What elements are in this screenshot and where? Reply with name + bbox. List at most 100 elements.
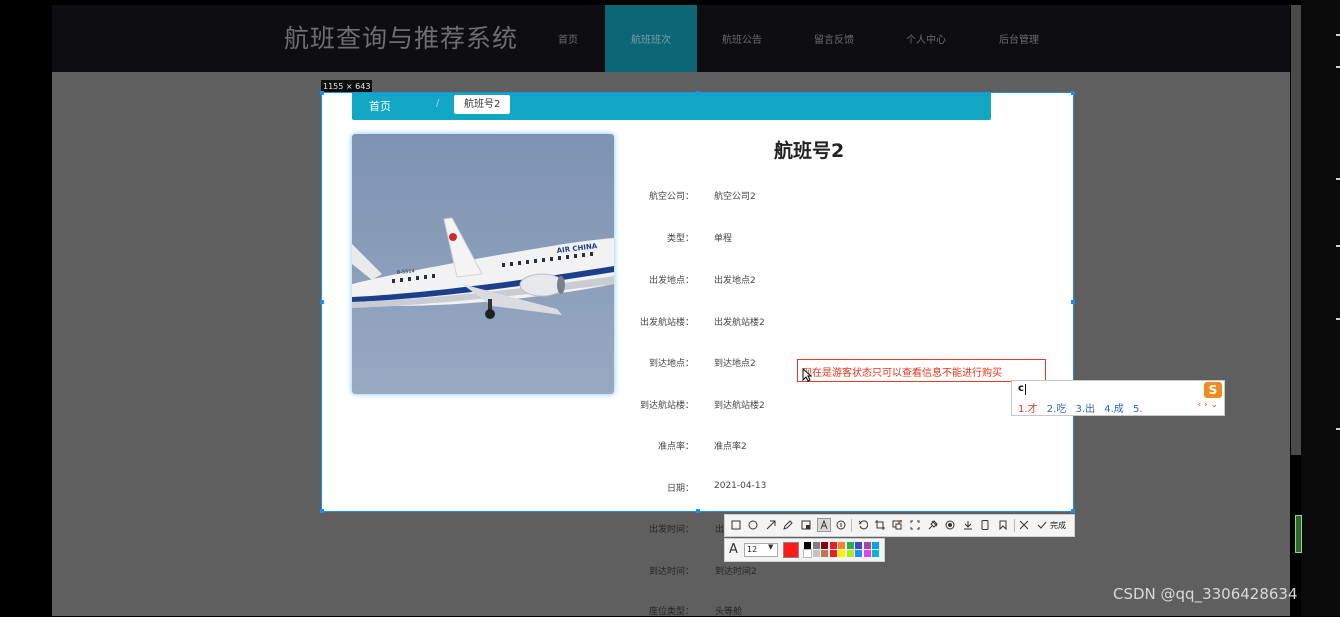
field-label-arrival-terminal: 到达航站楼：: [639, 401, 694, 411]
color-swatch[interactable]: [855, 550, 862, 557]
annotation-text: 现在是游客状态只可以查看信息不能进行购买: [802, 368, 1002, 379]
ime-candidate[interactable]: 1.才: [1018, 404, 1038, 415]
field-label-on-time-rate: 准点率：: [657, 442, 694, 452]
close-icon[interactable]: [1017, 518, 1031, 532]
breadcrumb: 首页 / 航班号2: [352, 93, 991, 120]
ime-candidate[interactable]: 4.成: [1104, 404, 1124, 415]
dimmed-field-label: 到达时间：: [648, 567, 694, 577]
undo-icon[interactable]: [856, 518, 870, 532]
color-swatch[interactable]: [804, 542, 811, 549]
arrow-icon[interactable]: [764, 518, 778, 532]
desktop-right-strip: [1301, 0, 1340, 616]
scan-icon[interactable]: [908, 518, 922, 532]
text-tool-icon[interactable]: [817, 518, 831, 532]
resize-handle[interactable]: [320, 300, 324, 304]
color-swatch[interactable]: [846, 550, 854, 557]
strip-mark: [1336, 245, 1340, 247]
field-value-airline: 航空公司2: [714, 192, 756, 202]
color-swatch[interactable]: [829, 542, 837, 549]
strip-mark: [1336, 66, 1340, 68]
mosaic-icon[interactable]: [799, 518, 813, 532]
top-navbar: 航班查询与推荐系统 首页 航班班次 航班公告 留言反馈 个人中心 后台管理: [52, 5, 1290, 72]
ime-page-nav[interactable]: ‹ › ⌄: [1198, 400, 1218, 410]
volume-indicator: [1295, 515, 1302, 553]
ime-candidate-window: c 1.才 2.吃 3.出 4.成 5. S ‹ › ⌄: [1011, 380, 1225, 416]
mouse-cursor-icon: [802, 368, 812, 382]
ime-candidate[interactable]: 2.吃: [1047, 404, 1067, 415]
translate-icon[interactable]: [890, 518, 904, 532]
nav-announcements[interactable]: 航班公告: [696, 5, 788, 72]
strip-mark: [1336, 178, 1340, 180]
finish-button[interactable]: 完成: [1050, 520, 1066, 531]
rectangle-icon[interactable]: [729, 518, 743, 532]
color-swatch[interactable]: [829, 550, 837, 557]
color-swatch[interactable]: [863, 550, 871, 557]
csdn-watermark: CSDN @qq_3306428634: [1113, 585, 1298, 603]
field-value-departure: 出发地点2: [714, 276, 756, 286]
dimmed-field-value: 出: [715, 525, 725, 535]
flight-photo: AIR CHINA B-5514: [352, 134, 614, 394]
field-value-type: 单程: [714, 234, 733, 244]
pencil-icon[interactable]: [781, 518, 795, 532]
screenshot-toolbar: 完成: [724, 514, 1075, 537]
dimmed-field-value: 到达时间2: [715, 567, 757, 577]
color-swatch[interactable]: [812, 550, 820, 557]
field-value-date: 2021-04-13: [714, 481, 767, 491]
color-swatch[interactable]: [872, 550, 879, 557]
color-swatch[interactable]: [846, 542, 854, 549]
strip-mark: [1336, 34, 1340, 36]
field-label-departure: 出发地点：: [648, 276, 694, 286]
color-swatch[interactable]: [821, 550, 828, 557]
resize-handle[interactable]: [1071, 509, 1075, 513]
color-swatch[interactable]: [855, 542, 862, 549]
current-color-swatch[interactable]: [783, 542, 799, 558]
dimmed-field-label: 出发时间：: [648, 525, 694, 535]
field-label-airline: 航空公司：: [648, 192, 694, 202]
nav-profile[interactable]: 个人中心: [880, 5, 972, 72]
color-swatch[interactable]: [803, 549, 812, 558]
flight-title: 航班号2: [774, 140, 845, 162]
dimmed-field-value: 头等舱: [715, 607, 743, 617]
resize-handle[interactable]: [696, 509, 700, 513]
nav-feedback[interactable]: 留言反馈: [788, 5, 880, 72]
resize-handle[interactable]: [320, 91, 324, 95]
nav-home[interactable]: 首页: [522, 5, 614, 72]
phone-icon[interactable]: [978, 518, 992, 532]
breadcrumb-home[interactable]: 首页: [369, 98, 391, 114]
check-icon[interactable]: [1035, 518, 1049, 532]
sogou-logo-icon[interactable]: S: [1204, 382, 1222, 398]
color-swatch[interactable]: [821, 542, 828, 549]
toolbar-divider: [1014, 519, 1015, 532]
annotation-text-box[interactable]: 现在是游客状态只可以查看信息不能进行购买: [797, 359, 1046, 382]
ime-caret: [1025, 384, 1026, 395]
field-label-type: 类型：: [666, 234, 694, 244]
color-swatch[interactable]: [872, 542, 879, 549]
resize-handle[interactable]: [1071, 300, 1075, 304]
bookmark-icon[interactable]: [996, 518, 1010, 532]
chevron-down-icon: ▼: [768, 543, 774, 551]
capture-size-tooltip: 1155 × 643: [321, 80, 373, 93]
resize-handle[interactable]: [320, 509, 324, 513]
save-icon[interactable]: [961, 518, 975, 532]
nav-flights[interactable]: 航班班次: [605, 5, 697, 72]
crop-icon[interactable]: [873, 518, 887, 532]
color-swatch[interactable]: [838, 542, 845, 549]
color-swatch[interactable]: [838, 550, 845, 557]
color-swatch[interactable]: [812, 542, 820, 549]
nav-admin[interactable]: 后台管理: [973, 5, 1065, 72]
resize-handle[interactable]: [696, 91, 700, 95]
ime-candidate[interactable]: 3.出: [1075, 404, 1095, 415]
pin-icon[interactable]: [926, 518, 940, 532]
ellipse-icon[interactable]: [746, 518, 760, 532]
serial-number-icon[interactable]: [834, 518, 848, 532]
ime-candidate[interactable]: 5.: [1133, 404, 1143, 415]
breadcrumb-separator: /: [436, 98, 440, 109]
color-swatch[interactable]: [863, 542, 871, 549]
capture-region[interactable]: 首页 / 航班号2 AIR CHINA B-5514 航班号2 航空公司： 航空…: [321, 92, 1074, 512]
page-scrollbar[interactable]: [1291, 5, 1301, 455]
record-icon[interactable]: [943, 518, 957, 532]
resize-handle[interactable]: [1071, 91, 1075, 95]
field-label-arrival: 到达地点：: [648, 359, 694, 369]
field-value-on-time-rate: 准点率2: [714, 442, 747, 452]
field-label-departure-terminal: 出发航站楼：: [639, 318, 694, 328]
